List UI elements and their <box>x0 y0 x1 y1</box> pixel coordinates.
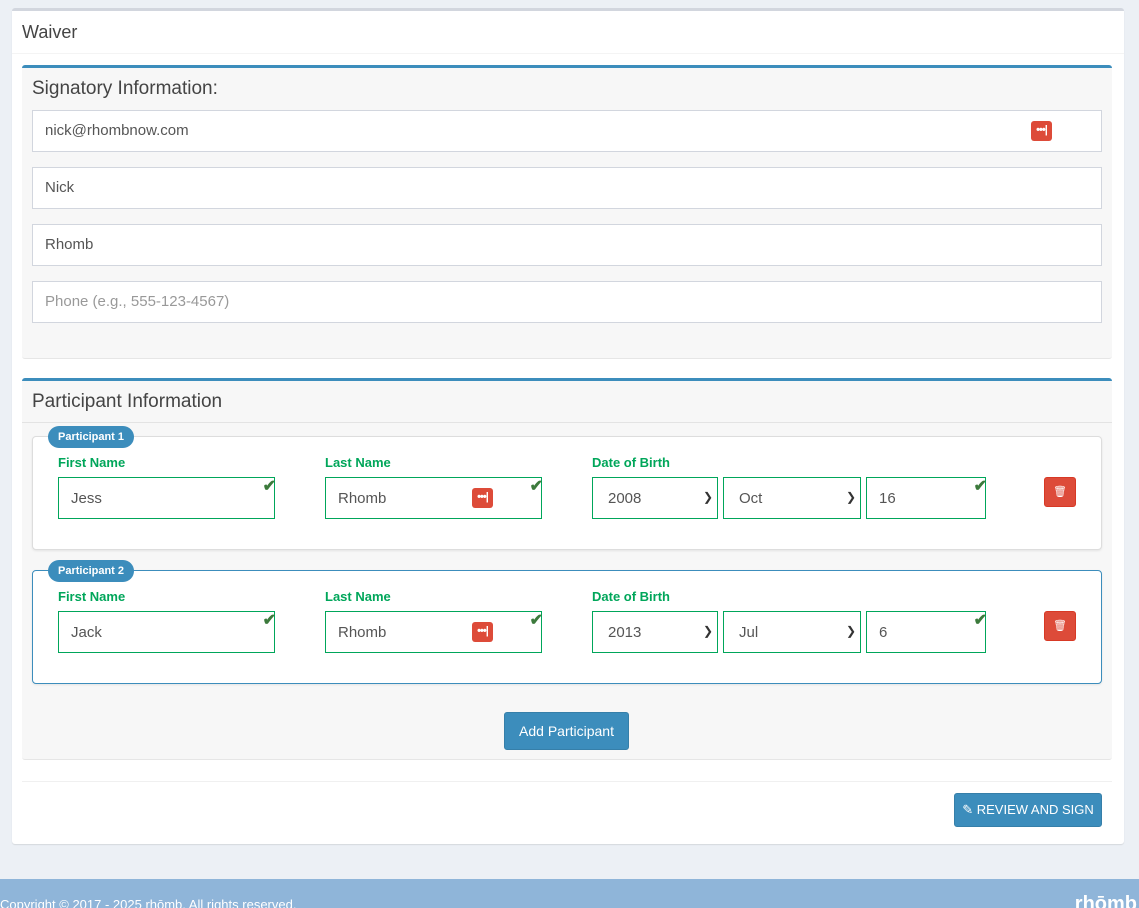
dob-day-input[interactable]: 16 ✔ <box>866 477 987 519</box>
first-name-value: Nick <box>45 179 75 196</box>
month-value: Jul <box>739 624 759 641</box>
phone-placeholder: Phone (e.g., 555-123-4567) <box>45 293 230 310</box>
phone-field[interactable]: Phone (e.g., 555-123-4567) <box>32 281 1102 323</box>
last-name-value: Rhomb <box>45 236 94 253</box>
dob-label: Date of Birth <box>592 589 670 604</box>
participant-title: Participant Information <box>32 391 223 412</box>
password-manager-icon[interactable]: •••| <box>472 622 493 642</box>
participant-last-name-input[interactable]: Rhomb •••| ✔ <box>325 477 543 519</box>
page-title: Waiver <box>22 22 78 42</box>
pencil-icon: ✎ <box>962 802 974 817</box>
divider <box>22 781 1112 782</box>
dob-month-select[interactable]: Jul ❯ <box>723 611 861 653</box>
trash-icon: 🗑 <box>1053 620 1067 632</box>
day-value: 16 <box>879 490 896 507</box>
first-name-label: First Name <box>58 589 126 604</box>
year-value: 2013 <box>608 624 642 641</box>
delete-participant-button[interactable]: 🗑 <box>1044 477 1076 507</box>
dob-month-select[interactable]: Oct ❯ <box>723 477 861 519</box>
participant-card-1: Participant 1 First Name Last Name Date … <box>32 426 1102 550</box>
participant-badge: Participant 1 <box>48 426 135 448</box>
participant-first-name-input[interactable]: Jess ✔ <box>58 477 276 519</box>
first-name-value: Jess <box>71 490 102 507</box>
last-name-label: Last Name <box>325 589 391 604</box>
review-and-sign-button[interactable]: ✎ REVIEW AND SIGN <box>954 793 1102 827</box>
chevron-down-icon: ❯ <box>845 490 856 504</box>
day-value: 6 <box>879 624 888 641</box>
first-name-label: First Name <box>58 455 126 470</box>
last-name-value: Rhomb <box>338 490 387 507</box>
dob-year-select[interactable]: 2013 ❯ <box>592 611 718 653</box>
chevron-down-icon: ❯ <box>845 624 856 638</box>
trash-icon: 🗑 <box>1053 486 1067 498</box>
participant-last-name-input[interactable]: Rhomb •••| ✔ <box>325 611 543 653</box>
participant-header: Participant Information <box>22 381 1112 423</box>
participant-first-name-input[interactable]: Jack ✔ <box>58 611 276 653</box>
month-value: Oct <box>739 490 763 507</box>
participant-badge: Participant 2 <box>48 560 135 582</box>
review-label: REVIEW AND SIGN <box>976 802 1094 817</box>
dob-label: Date of Birth <box>592 455 670 470</box>
password-manager-icon[interactable]: •••| <box>472 488 493 508</box>
footer-brand: rhōmb <box>1074 893 1137 908</box>
waiver-header: Waiver <box>12 11 1124 54</box>
add-participant-button[interactable]: Add Participant <box>504 712 629 750</box>
email-value: nick@rhombnow.com <box>45 122 189 139</box>
check-icon: ✔ <box>262 478 276 495</box>
participant-section: Participant Information Participant 1 Fi… <box>22 378 1112 760</box>
check-icon: ✔ <box>973 612 987 629</box>
check-icon: ✔ <box>262 612 276 629</box>
delete-participant-button[interactable]: 🗑 <box>1044 611 1076 641</box>
chevron-down-icon: ❯ <box>702 490 713 504</box>
password-manager-icon[interactable]: •••| <box>1031 121 1052 141</box>
first-name-field[interactable]: Nick <box>32 167 1102 209</box>
chevron-down-icon: ❯ <box>702 624 713 638</box>
check-icon: ✔ <box>973 478 987 495</box>
participant-card-2: Participant 2 First Name Last Name Date … <box>32 560 1102 684</box>
footer: Copyright © 2017 - 2025 rhōmb. All right… <box>0 879 1139 908</box>
signatory-section: Signatory Information: nick@rhombnow.com… <box>22 65 1112 359</box>
footer-copyright: Copyright © 2017 - 2025 rhōmb. All right… <box>0 897 297 908</box>
dob-day-input[interactable]: 6 ✔ <box>866 611 987 653</box>
check-icon: ✔ <box>529 478 543 495</box>
last-name-value: Rhomb <box>338 624 387 641</box>
check-icon: ✔ <box>529 612 543 629</box>
waiver-box: Waiver Signatory Information: nick@rhomb… <box>12 8 1124 844</box>
last-name-label: Last Name <box>325 455 391 470</box>
year-value: 2008 <box>608 490 642 507</box>
last-name-field[interactable]: Rhomb <box>32 224 1102 266</box>
email-field[interactable]: nick@rhombnow.com •••| <box>32 110 1102 152</box>
dob-year-select[interactable]: 2008 ❯ <box>592 477 718 519</box>
first-name-value: Jack <box>71 624 102 641</box>
signatory-title: Signatory Information: <box>32 78 218 99</box>
